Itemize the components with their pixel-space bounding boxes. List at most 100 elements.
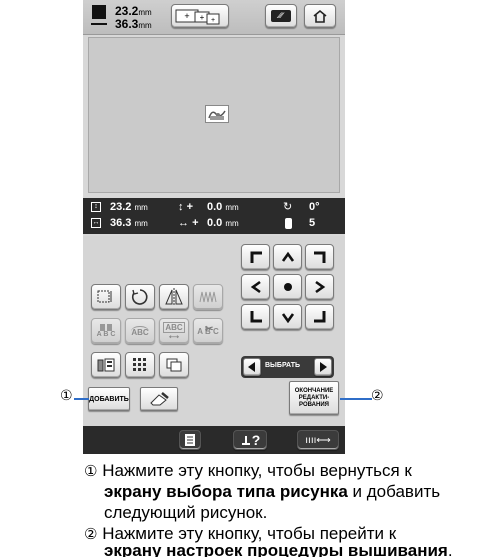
spacing-arrow-icon: ⟷ (168, 333, 180, 341)
select-next-button[interactable] (314, 358, 332, 376)
center-button[interactable] (273, 274, 302, 300)
thread-spool-icon (285, 218, 292, 229)
color-change-button[interactable] (91, 352, 121, 378)
home-icon (313, 9, 327, 23)
arrow-up-icon (281, 251, 294, 262)
caption-1-continued: экрану выбора типа рисунка и добавить (104, 481, 440, 502)
mirror-button[interactable] (159, 284, 189, 310)
presser-foot-icon: ıııı⟷ (305, 434, 331, 446)
rotate-button[interactable] (125, 284, 155, 310)
size-button[interactable] (91, 284, 121, 310)
select-label: ВЫБРАТЬ (265, 362, 301, 369)
corner-down-right-icon (313, 311, 325, 323)
move-right-button[interactable] (305, 274, 334, 300)
center-dot-icon (283, 283, 292, 291)
mirror-icon (165, 288, 183, 306)
move-up-right-button[interactable] (305, 244, 334, 270)
move-left-button[interactable] (241, 274, 270, 300)
color-palette-icon (97, 358, 115, 372)
caption-2-bold: экрану настроек процедуры вышивания (104, 541, 448, 557)
finish-button-label: ОКОНЧАНИЕ РЕДАКТИ- РОВАНИЯ (294, 387, 334, 408)
arrow-right-icon (314, 280, 325, 294)
bottom-bar: ? ıııı⟷ (83, 426, 345, 454)
corner-up-right-icon (313, 251, 325, 263)
size-width-unit: mm (138, 8, 152, 17)
density-icon (199, 291, 217, 303)
corner-down-left-icon (250, 311, 262, 323)
caption-2-post: . (447, 541, 453, 557)
pattern-info-bar: ↕ ↔ 23.2 mm 36.3 mm ↕ + ↔ + 0.0 mm 0.0 m… (83, 198, 345, 234)
info-offset-y: 0.0 mm (207, 201, 239, 213)
letter-spacing-button[interactable]: A B C (91, 318, 121, 344)
height-icon: ↕ (91, 202, 101, 212)
size-icon (97, 290, 112, 303)
arrow-left-icon (250, 280, 261, 294)
callout-1-marker: ① (60, 388, 73, 404)
add-button[interactable]: ДОБАВИТЬ (88, 387, 130, 411)
settings-button[interactable] (179, 430, 201, 450)
memory-icon: ∕∕∕ (271, 10, 291, 22)
cut-letters-button[interactable]: A B C ✂ (193, 318, 223, 344)
select-bar: ВЫБРАТЬ (241, 356, 334, 378)
info-height: 36.3 mm (110, 217, 148, 229)
offset-y-icon: ↕ + (178, 201, 193, 213)
rotation-icon: ↻ (283, 201, 293, 213)
memory-button[interactable]: ∕∕∕ (265, 4, 297, 28)
caption-2-continued: экрану настроек процедуры вышивания. (104, 541, 453, 557)
help-button[interactable]: ? (233, 430, 267, 450)
callout-1-line (74, 398, 89, 400)
size-height-unit: mm (138, 21, 152, 30)
frame-size-icon: + + + (175, 9, 220, 25)
offset-x-icon: ↔ + (178, 217, 199, 229)
move-down-left-button[interactable] (241, 304, 270, 330)
info-rotation: 0° (309, 201, 320, 213)
size-width-readout: 23.2mm (115, 4, 152, 18)
top-bar: 23.2mm 36.3mm + + + ∕∕∕ (83, 0, 345, 35)
frame-plus-2: + (200, 13, 205, 22)
abc2-text: ABC (131, 325, 149, 337)
move-up-left-button[interactable] (241, 244, 270, 270)
help-text: ? (251, 432, 261, 448)
abc3-text: ABC (163, 321, 185, 333)
callout-2-marker: ② (371, 388, 384, 404)
frame-plus-1: + (184, 11, 189, 21)
border-grid-icon (133, 358, 146, 371)
embroidery-frame-button[interactable]: + + + (171, 4, 229, 28)
info-width: 23.2 mm (110, 201, 148, 213)
border-button[interactable] (125, 352, 155, 378)
presser-foot-button[interactable]: ıııı⟷ (297, 430, 339, 450)
size-icon (92, 5, 106, 19)
caption-1-number: ① (84, 462, 98, 480)
caption-2-number: ② (84, 525, 98, 543)
select-prev-button[interactable] (243, 358, 261, 376)
home-button[interactable] (304, 4, 336, 28)
settings-list-icon (185, 434, 195, 446)
delete-button[interactable] (140, 387, 178, 411)
help-machine-icon (241, 436, 250, 445)
caption-1: ① Нажмите эту кнопку, чтобы вернуться к (84, 460, 412, 482)
char-spacing-button[interactable]: ABC ⟷ (159, 318, 189, 344)
callout-2-line (340, 398, 372, 400)
move-down-right-button[interactable] (305, 304, 334, 330)
arrow-down-icon (281, 313, 294, 323)
edit-panel: A B C ABC ABC ⟷ A B C ✂ ВЫБРАТЬ ДОБАВИТЬ О… (83, 236, 345, 426)
move-up-button[interactable] (273, 244, 302, 270)
rotate-icon (131, 289, 148, 305)
size-height-value: 36.3 (115, 17, 139, 31)
machine-screen: 23.2mm 36.3mm + + + ∕∕∕ ↕ ↔ 23.2 mm 36.3… (83, 0, 345, 454)
density-button[interactable] (193, 284, 223, 310)
size-width-value: 23.2 (115, 4, 139, 18)
caption-1-post: и добавить (347, 482, 441, 501)
duplicate-button[interactable] (159, 352, 189, 378)
array-button[interactable]: ABC (125, 318, 155, 344)
caption-1-line3: следующий рисунок. (104, 503, 268, 522)
letter-blocks-icon (100, 324, 112, 331)
width-icon: ↔ (91, 218, 101, 228)
move-down-button[interactable] (273, 304, 302, 330)
frame-plus-3: + (211, 17, 215, 24)
corner-up-left-icon (250, 251, 262, 263)
size-height-readout: 36.3mm (115, 17, 152, 31)
abc1-text: A B C (96, 331, 116, 338)
scissors-icon: ✂ (205, 324, 214, 335)
finish-editing-button[interactable]: ОКОНЧАНИЕ РЕДАКТИ- РОВАНИЯ (289, 381, 339, 415)
